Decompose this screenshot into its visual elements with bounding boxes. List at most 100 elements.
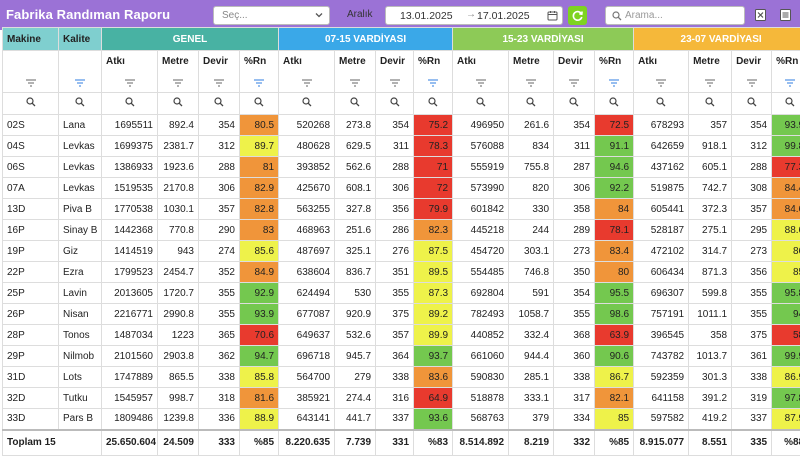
table-row[interactable]: 32D Tutku 1545957 998.7 318 81.6 385921 274.4 31… [2, 387, 800, 409]
search-icon[interactable] [656, 97, 666, 107]
filter-icon[interactable] [124, 79, 135, 87]
col-makine[interactable]: Makine [2, 27, 59, 51]
table-row[interactable]: 26P Nisan 2216771 2990.8 355 93.9 677087 920.9 3… [2, 303, 800, 325]
filter-icon[interactable] [25, 79, 36, 87]
column-search[interactable] [452, 92, 510, 115]
column-search[interactable] [101, 92, 158, 115]
col-genel-2[interactable]: Devir [198, 50, 240, 93]
filter-icon[interactable] [569, 79, 580, 87]
col-genel-1[interactable]: Metre [157, 50, 199, 93]
table-row[interactable]: 28P Tonos 1487034 1223 365 70.6 649637 532.6 357… [2, 324, 800, 346]
column-search[interactable] [633, 92, 690, 115]
filter-icon[interactable] [609, 79, 620, 87]
column-search[interactable] [413, 92, 454, 115]
table-row[interactable]: 07A Levkas 1519535 2170.8 306 82.9 425670 608.1… [2, 177, 800, 199]
col-shift2-3[interactable]: %Rn [594, 50, 635, 93]
filter-kalite[interactable] [58, 50, 102, 93]
search-box[interactable]: Arama... [605, 6, 745, 25]
search-icon[interactable] [124, 97, 135, 107]
table-row[interactable]: 22P Ezra 1799523 2454.7 352 84.9 638604 836.7 35… [2, 261, 800, 283]
filter-icon[interactable] [301, 79, 312, 87]
search-icon[interactable] [746, 97, 757, 107]
column-search[interactable] [198, 92, 240, 115]
col-shift2-2[interactable]: Devir [553, 50, 596, 93]
calendar-icon[interactable] [547, 10, 558, 21]
search-icon[interactable] [428, 97, 438, 107]
date-range-picker[interactable]: 13.01.2025 → 17.01.2025 [385, 6, 563, 25]
column-search[interactable] [688, 92, 733, 115]
column-search[interactable] [157, 92, 199, 115]
group-shift-07-15: 07-15 VARDİYASI [278, 27, 454, 51]
filter-icon[interactable] [785, 79, 796, 87]
search-icon[interactable] [214, 97, 224, 107]
date-to[interactable]: 17.01.2025 [477, 10, 530, 22]
search-icon[interactable] [785, 97, 795, 107]
search-icon[interactable] [526, 97, 536, 107]
filter-icon[interactable] [254, 79, 264, 87]
filter-icon[interactable] [389, 79, 400, 87]
col-genel-3[interactable]: %Rn [238, 50, 280, 93]
filter-icon[interactable] [746, 79, 757, 87]
column-search[interactable] [594, 92, 635, 115]
selection-dropdown[interactable]: Seç... [213, 6, 330, 25]
col-shift3-0[interactable]: Atkı [633, 50, 690, 93]
column-search[interactable] [375, 92, 415, 115]
table-row[interactable]: 29P Nilmob 2101560 2903.8 362 94.7 696718 945.7… [2, 345, 800, 367]
table-row[interactable]: 06S Levkas 1386933 1923.6 288 81 393852 562.6 28… [2, 156, 800, 178]
filter-icon[interactable] [656, 79, 667, 87]
table-row[interactable]: 19P Giz 1414519 943 274 85.6 487697 325.1 276 87.… [2, 240, 800, 262]
table-row[interactable]: 16P Sinay B 1442368 770.8 290 83 468963 251.6 28… [2, 219, 800, 241]
column-search[interactable] [278, 92, 336, 115]
search-icon[interactable] [389, 97, 400, 107]
search-icon[interactable] [609, 97, 619, 107]
column-search[interactable] [731, 92, 773, 115]
column-search[interactable] [2, 92, 59, 115]
table-row[interactable]: 04S Levkas 1699375 2381.7 312 89.7 480628 629.5… [2, 135, 800, 157]
column-search[interactable] [238, 92, 280, 115]
column-search[interactable] [58, 92, 102, 115]
search-icon[interactable] [705, 97, 715, 107]
search-icon[interactable] [254, 97, 264, 107]
search-icon[interactable] [350, 97, 360, 107]
col-shift3-2[interactable]: Devir [731, 50, 773, 93]
search-icon[interactable] [301, 97, 312, 107]
col-shift1-0[interactable]: Atkı [278, 50, 336, 93]
search-input[interactable]: Arama... [625, 10, 663, 21]
col-genel-0[interactable]: Atkı [101, 50, 158, 93]
table-row[interactable]: 02S Lana 1695511 892.4 354 80.5 520268 273.8 354… [2, 114, 800, 136]
refresh-button[interactable] [568, 6, 587, 25]
col-shift1-3[interactable]: %Rn [413, 50, 454, 93]
col-shift3-1[interactable]: Metre [688, 50, 733, 93]
filter-icon[interactable] [526, 79, 537, 87]
table-row[interactable]: 13D Piva B 1770538 1030.1 357 82.8 563255 327.8… [2, 198, 800, 220]
search-icon[interactable] [569, 97, 579, 107]
column-search[interactable] [508, 92, 555, 115]
search-icon[interactable] [25, 97, 36, 107]
pdf-export-icon[interactable] [780, 9, 791, 21]
filter-icon[interactable] [173, 79, 183, 87]
column-search[interactable] [553, 92, 596, 115]
filter-makine[interactable] [2, 50, 59, 93]
filter-icon[interactable] [475, 79, 486, 87]
col-shift2-1[interactable]: Metre [508, 50, 555, 93]
search-icon[interactable] [173, 97, 183, 107]
column-search[interactable] [334, 92, 377, 115]
col-shift3-3[interactable]: %Rn [771, 50, 800, 93]
table-row[interactable]: 31D Lots 1747889 865.5 338 85.8 564700 279 338 83… [2, 366, 800, 388]
col-shift2-0[interactable]: Atkı [452, 50, 510, 93]
search-icon[interactable] [75, 97, 85, 107]
filter-icon[interactable] [350, 79, 361, 87]
column-search[interactable] [771, 92, 800, 115]
table-row[interactable]: 33D Pars B 1809486 1239.8 336 88.9 643141 441.7… [2, 408, 800, 430]
filter-icon[interactable] [705, 79, 716, 87]
filter-icon[interactable] [214, 79, 224, 87]
filter-icon[interactable] [428, 79, 439, 87]
col-shift1-2[interactable]: Devir [375, 50, 415, 93]
col-kalite[interactable]: Kalite [58, 27, 102, 51]
filter-icon[interactable] [75, 79, 85, 87]
date-from[interactable]: 13.01.2025 [400, 10, 453, 22]
col-shift1-1[interactable]: Metre [334, 50, 377, 93]
excel-export-icon[interactable] [755, 9, 766, 21]
table-row[interactable]: 25P Lavin 2013605 1720.7 355 92.9 624494 530 355… [2, 282, 800, 304]
search-icon[interactable] [475, 97, 486, 107]
